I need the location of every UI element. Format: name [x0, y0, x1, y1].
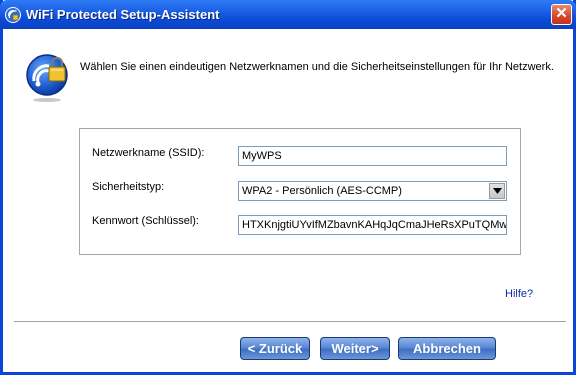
cancel-button[interactable]: Abbrechen: [398, 337, 496, 360]
chevron-down-icon: [493, 188, 502, 194]
key-label: Kennwort (Schlüssel):: [92, 215, 199, 227]
settings-group: Netzwerkname (SSID): MyWPS Sicherheitsty…: [79, 128, 521, 255]
divider: [14, 321, 566, 323]
security-type-select[interactable]: WPA2 - Persönlich (AES-CCMP): [238, 181, 507, 201]
intro-text: Wählen Sie einen eindeutigen Netzwerknam…: [80, 61, 554, 73]
ssid-field[interactable]: MyWPS: [238, 146, 507, 166]
wps-lock-icon: [5, 7, 21, 23]
close-icon: ✕: [555, 5, 568, 22]
window-title: WiFi Protected Setup-Assistent: [26, 7, 220, 22]
security-type-label: Sicherheitstyp:: [92, 181, 165, 193]
title-bar[interactable]: WiFi Protected Setup-Assistent ✕: [0, 0, 576, 29]
help-link[interactable]: Hilfe?: [505, 288, 533, 300]
wps-lock-icon: [26, 54, 68, 102]
wizard-window: WiFi Protected Setup-Assistent ✕ Wählen …: [0, 0, 576, 375]
next-button[interactable]: Weiter>: [320, 337, 390, 360]
back-button[interactable]: < Zurück: [240, 337, 310, 360]
key-field[interactable]: HTXKnjgtiUYvIfMZbavnKAHqJqCmaJHeRsXPuTQM…: [238, 215, 507, 235]
security-type-dropdown-button[interactable]: [489, 183, 505, 199]
ssid-label: Netzwerkname (SSID):: [92, 147, 205, 159]
security-type-value: WPA2 - Persönlich (AES-CCMP): [242, 185, 402, 197]
close-button[interactable]: ✕: [551, 4, 572, 25]
